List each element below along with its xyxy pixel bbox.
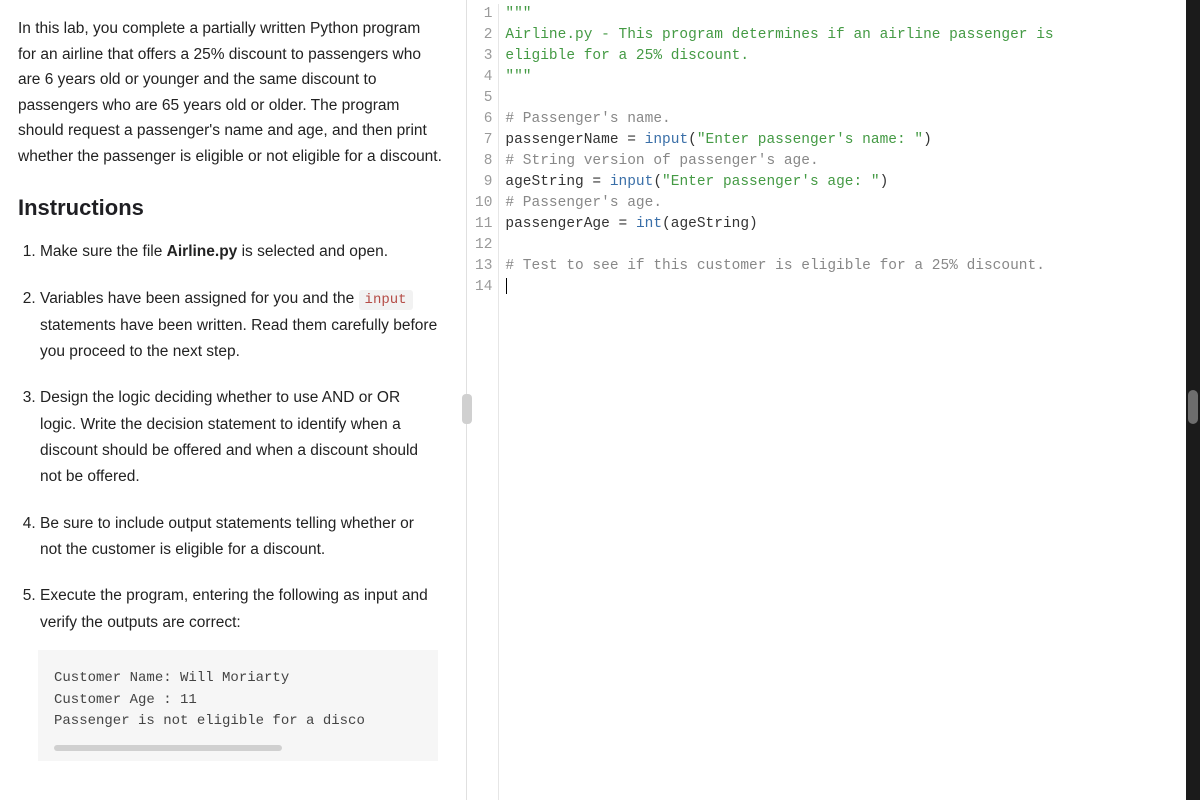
filename: Airline.py [167, 243, 238, 260]
step-text: Variables have been assigned for you and… [40, 290, 359, 307]
line-number: 10 [475, 193, 492, 214]
tok-comment: # String version of passenger's age. [505, 153, 818, 169]
lab-intro: In this lab, you complete a partially wr… [18, 16, 442, 169]
instruction-step-5: Execute the program, entering the follow… [40, 583, 442, 761]
sample-output-block: Customer Name: Will Moriarty Customer Ag… [38, 650, 438, 761]
tok-comment: # Passenger's age. [505, 195, 662, 211]
code-line[interactable] [505, 235, 1186, 256]
scrollbar-thumb[interactable] [1188, 390, 1198, 424]
sample-horizontal-scrollbar[interactable] [54, 745, 282, 751]
code-line[interactable]: passengerName = input("Enter passenger's… [505, 130, 1186, 151]
tok: ageString = [505, 174, 609, 190]
code-line[interactable]: # String version of passenger's age. [505, 151, 1186, 172]
line-number: 11 [475, 214, 492, 235]
editor-vertical-scrollbar[interactable] [1186, 0, 1200, 800]
code-line[interactable]: """ [505, 67, 1186, 88]
instructions-list: Make sure the file Airline.py is selecte… [18, 239, 442, 761]
instructions-heading: Instructions [18, 195, 442, 221]
line-number: 13 [475, 256, 492, 277]
tok-comment: # Test to see if this customer is eligib… [505, 258, 1045, 274]
tok-string: "Enter passenger's age: " [662, 174, 880, 190]
tok: ( [653, 174, 662, 190]
line-number: 5 [475, 88, 492, 109]
line-number: 2 [475, 25, 492, 46]
instruction-step-1: Make sure the file Airline.py is selecte… [40, 239, 442, 265]
code-content[interactable]: """ Airline.py - This program determines… [499, 4, 1186, 800]
line-number: 4 [475, 67, 492, 88]
line-number: 14 [475, 277, 492, 298]
panel-resize-handle[interactable] [462, 394, 472, 424]
line-number: 1 [475, 4, 492, 25]
line-number: 9 [475, 172, 492, 193]
sample-line: Customer Age : 11 [54, 692, 197, 708]
step-text: is selected and open. [237, 243, 388, 260]
code-editor[interactable]: 1 2 3 4 5 6 7 8 9 10 11 12 13 14 """ Air… [467, 0, 1186, 800]
tok-builtin: input [610, 174, 654, 190]
tok-string: Airline.py - This program determines if … [505, 27, 1062, 43]
step-text: Execute the program, entering the follow… [40, 587, 428, 630]
tok-string: "Enter passenger's name: " [697, 132, 923, 148]
line-number: 6 [475, 109, 492, 130]
sample-line: Customer Name: Will Moriarty [54, 670, 289, 686]
tok: ) [880, 174, 889, 190]
code-editor-panel: 1 2 3 4 5 6 7 8 9 10 11 12 13 14 """ Air… [467, 0, 1200, 800]
tok-string: """ [505, 6, 531, 22]
step-text: statements have been written. Read them … [40, 317, 437, 360]
line-number: 8 [475, 151, 492, 172]
instruction-step-4: Be sure to include output statements tel… [40, 511, 442, 564]
tok: (ageString) [662, 216, 758, 232]
tok-comment: # Passenger's name. [505, 111, 670, 127]
step-text: Make sure the file [40, 243, 167, 260]
line-number: 7 [475, 130, 492, 151]
code-line[interactable]: # Passenger's name. [505, 109, 1186, 130]
tok: passengerAge = [505, 216, 636, 232]
tok: passengerName = [505, 132, 644, 148]
instruction-step-3: Design the logic deciding whether to use… [40, 385, 442, 490]
tok: ( [688, 132, 697, 148]
instructions-panel[interactable]: In this lab, you complete a partially wr… [0, 0, 467, 800]
line-number: 3 [475, 46, 492, 67]
code-line[interactable] [505, 277, 1186, 298]
tok-builtin: int [636, 216, 662, 232]
tok: ) [923, 132, 932, 148]
code-line[interactable]: eligible for a 25% discount. [505, 46, 1186, 67]
code-line[interactable]: """ [505, 4, 1186, 25]
sample-line: Passenger is not eligible for a disco [54, 713, 365, 729]
tok-string: """ [505, 69, 531, 85]
code-line[interactable]: ageString = input("Enter passenger's age… [505, 172, 1186, 193]
tok-builtin: input [645, 132, 689, 148]
instruction-step-2: Variables have been assigned for you and… [40, 286, 442, 365]
code-line[interactable]: passengerAge = int(ageString) [505, 214, 1186, 235]
code-line[interactable] [505, 88, 1186, 109]
tok-string: eligible for a 25% discount. [505, 48, 749, 64]
code-line[interactable]: Airline.py - This program determines if … [505, 25, 1186, 46]
editor-cursor [506, 278, 507, 294]
line-number: 12 [475, 235, 492, 256]
code-line[interactable]: # Test to see if this customer is eligib… [505, 256, 1186, 277]
code-line[interactable]: # Passenger's age. [505, 193, 1186, 214]
inline-code-input: input [359, 290, 413, 310]
